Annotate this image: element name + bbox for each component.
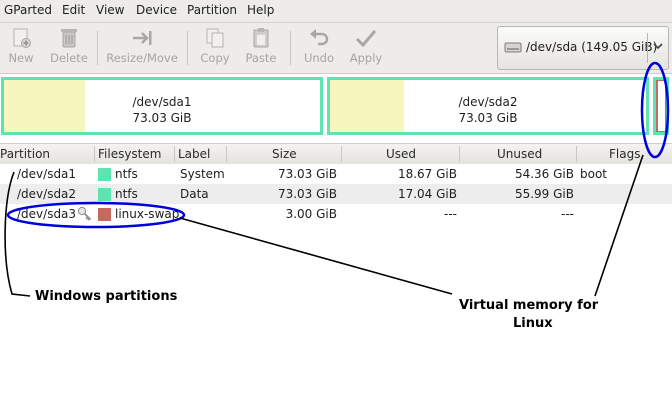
- menu-gparted[interactable]: GParted: [4, 3, 52, 17]
- filesystem-color-swatch: [98, 168, 111, 181]
- filesystem-color-swatch: [98, 188, 111, 201]
- menu-edit[interactable]: Edit: [62, 3, 85, 17]
- cell-partition: /dev/sda1: [17, 167, 77, 181]
- swap-inner: [658, 81, 665, 131]
- column-header-label[interactable]: Label: [178, 147, 210, 161]
- filesystem-color-swatch: [98, 208, 111, 221]
- menu-help[interactable]: Help: [247, 3, 274, 17]
- undo-label: Undo: [303, 51, 335, 65]
- paste-button[interactable]: Paste: [242, 25, 280, 69]
- cell-size: 73.03 GiB: [277, 187, 337, 201]
- pointer-line-sda3: [179, 217, 453, 295]
- cell-partition: /dev/sda3: [17, 207, 77, 221]
- cell-unused: 54.36 GiB: [514, 167, 574, 181]
- column-header-size[interactable]: Size: [272, 147, 297, 161]
- resize-move-label: Resize/Move: [106, 51, 178, 65]
- partition-map-name: /dev/sda2: [458, 95, 518, 109]
- device-select[interactable]: /dev/sda (149.05 GiB): [497, 26, 669, 70]
- resize-move-button[interactable]: Resize/Move: [104, 25, 180, 69]
- annotation-virtual-memory-linux: Linux: [513, 316, 553, 331]
- menu-view[interactable]: View: [96, 3, 124, 17]
- new-label: New: [8, 51, 34, 65]
- chevron-down-icon: [653, 43, 663, 50]
- column-separator: [94, 146, 95, 162]
- cell-partition: /dev/sda2: [17, 187, 77, 201]
- list-header: Partition Filesystem Label Size Used Unu…: [0, 143, 672, 165]
- toolbar-separator: [187, 31, 188, 65]
- menubar: GParted Edit View Device Partition Help: [0, 0, 672, 23]
- column-header-used[interactable]: Used: [386, 147, 416, 161]
- table-row[interactable]: /dev/sda2 ntfs Data 73.03 GiB 17.04 GiB …: [0, 184, 672, 205]
- column-header-filesystem[interactable]: Filesystem: [98, 147, 161, 161]
- annotation-virtual-memory: Virtual memory for: [459, 298, 599, 313]
- delete-label: Delete: [50, 51, 88, 65]
- device-select-divider: [647, 33, 648, 63]
- cell-label: System: [180, 167, 225, 181]
- paste-label: Paste: [245, 51, 277, 65]
- annotation-windows-partitions: Windows partitions: [35, 289, 178, 304]
- menu-device[interactable]: Device: [136, 3, 177, 17]
- partition-map: /dev/sda1 73.03 GiB /dev/sda2 73.03 GiB: [0, 75, 672, 140]
- cell-used: ---: [444, 207, 457, 221]
- cell-unused: ---: [561, 207, 574, 221]
- column-separator: [226, 146, 227, 162]
- table-row[interactable]: /dev/sda3 linux-swap 3.00 GiB --- ---: [0, 204, 672, 225]
- harddisk-icon: [504, 42, 522, 53]
- cell-used: 18.67 GiB: [397, 167, 457, 181]
- partition-map-size: 73.03 GiB: [458, 111, 518, 125]
- undo-button[interactable]: Undo: [300, 25, 338, 69]
- cell-filesystem: linux-swap: [115, 207, 180, 221]
- column-separator: [576, 146, 577, 162]
- apply-label: Apply: [349, 51, 383, 65]
- copy-label: Copy: [200, 51, 230, 65]
- table-row[interactable]: /dev/sda1 ntfs System 73.03 GiB 18.67 Gi…: [0, 164, 672, 185]
- partition-map-sda1[interactable]: /dev/sda1 73.03 GiB: [1, 77, 323, 135]
- partition-map-size: 73.03 GiB: [132, 111, 192, 125]
- partition-map-name: /dev/sda1: [132, 95, 192, 109]
- partition-map-sda2[interactable]: /dev/sda2 73.03 GiB: [327, 77, 649, 135]
- column-separator: [174, 146, 175, 162]
- toolbar-separator: [290, 31, 291, 65]
- column-header-unused[interactable]: Unused: [497, 147, 542, 161]
- copy-icon: [206, 28, 224, 48]
- new-icon: [13, 28, 31, 48]
- cell-used: 17.04 GiB: [397, 187, 457, 201]
- cell-label: Data: [180, 187, 209, 201]
- paste-icon: [253, 28, 269, 48]
- key-icon: [77, 206, 92, 221]
- delete-icon: [61, 29, 77, 48]
- apply-button[interactable]: Apply: [344, 25, 388, 69]
- column-separator: [459, 146, 460, 162]
- resize-move-icon: [133, 31, 152, 45]
- new-button[interactable]: New: [4, 25, 38, 69]
- device-label: /dev/sda (149.05 GiB): [526, 40, 658, 54]
- apply-icon: [355, 30, 377, 48]
- cell-size: 3.00 GiB: [285, 207, 337, 221]
- cell-size: 73.03 GiB: [277, 167, 337, 181]
- column-header-partition[interactable]: Partition: [0, 147, 50, 161]
- toolbar-separator: [97, 31, 98, 65]
- cell-filesystem: ntfs: [115, 167, 138, 181]
- undo-icon: [310, 29, 329, 46]
- cell-unused: 55.99 GiB: [514, 187, 574, 201]
- menu-partition[interactable]: Partition: [187, 3, 237, 17]
- column-separator: [341, 146, 342, 162]
- cell-filesystem: ntfs: [115, 187, 138, 201]
- column-header-flags[interactable]: Flags: [609, 147, 640, 161]
- delete-button[interactable]: Delete: [46, 25, 92, 69]
- partition-map-sda3[interactable]: [653, 77, 669, 135]
- cell-flags: boot: [580, 167, 608, 181]
- copy-button[interactable]: Copy: [196, 25, 234, 69]
